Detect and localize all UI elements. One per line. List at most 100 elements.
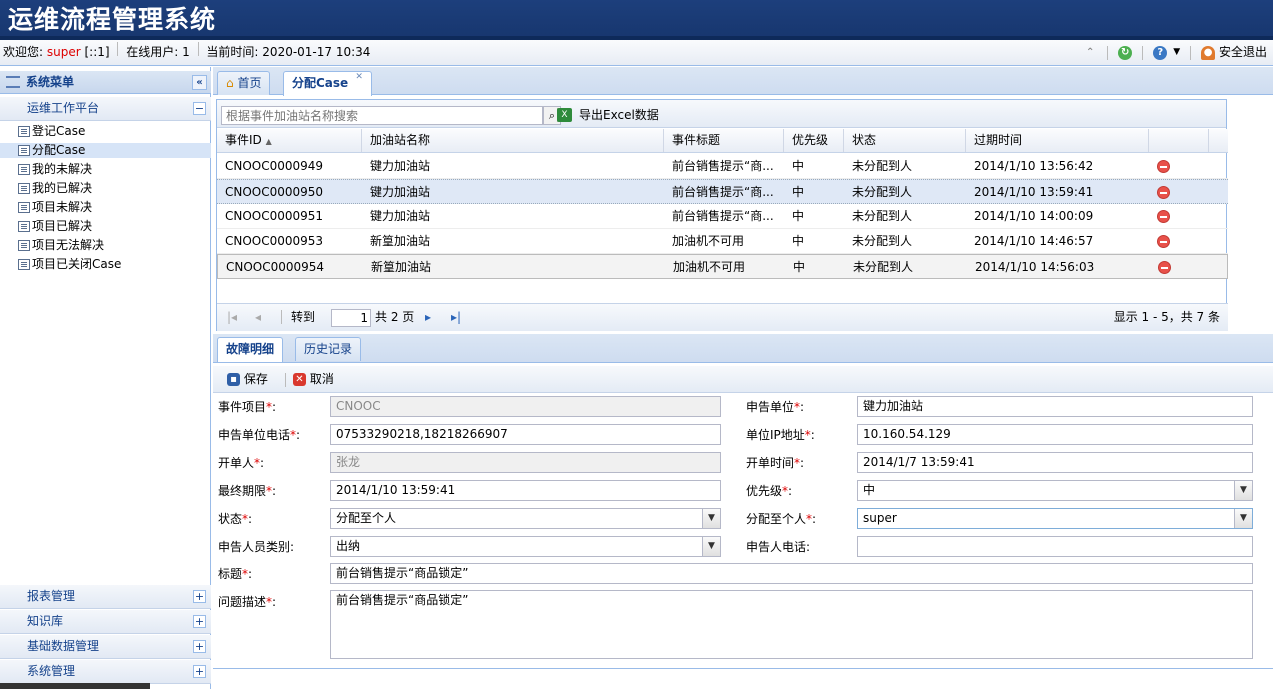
user-ip: [::1] [84,45,110,59]
cancel-icon: ✕ [293,373,306,386]
assign-to-select[interactable]: super ▼ [857,508,1253,529]
chevron-down-icon[interactable]: ▼ [1173,40,1180,65]
deadline-field[interactable]: 2014/1/10 13:59:41 [330,480,721,501]
collapse-sidebar-button[interactable]: « [192,75,207,90]
report-unit-field[interactable]: 键力加油站 [857,396,1253,417]
label-text: 最终期限 [218,484,267,498]
sidebar-group-reports[interactable]: 报表管理 + [0,585,211,609]
sidebar-item-project-resolved[interactable]: 项目已解决 [0,219,211,234]
first-page-icon[interactable]: |◂ [227,304,237,330]
delete-icon[interactable] [1157,235,1170,248]
search-input[interactable] [221,106,543,125]
status-select[interactable]: 分配至个人 ▼ [330,508,721,529]
save-button[interactable]: ▪ 保存 [227,366,268,393]
last-page-icon[interactable]: ▸| [451,304,461,330]
grid-toolbar: ⌕ X 导出Excel数据 [217,100,1226,128]
column-header-priority[interactable]: 优先级 [784,129,844,152]
cell-title: 前台销售提示“商... [672,159,774,173]
close-icon[interactable]: ✕ [355,72,363,82]
column-header-id[interactable]: 事件ID ▲ [217,129,362,152]
chevron-down-icon[interactable]: ▼ [1234,481,1252,500]
sidebar-group-knowledge[interactable]: 知识库 + [0,610,211,634]
column-label: 事件标题 [672,133,721,147]
reporter-phone-field[interactable] [857,536,1253,557]
sidebar-item-assign-case[interactable]: 分配Case [0,143,211,158]
label-text: 申告单位 [746,400,795,414]
description-textarea[interactable]: 前台销售提示“商品锁定” [330,590,1253,659]
sort-asc-icon: ▲ [265,137,272,146]
chevron-up-icon[interactable]: ⌃ [1083,46,1097,60]
tab-history[interactable]: 历史记录 [295,337,362,361]
cancel-button[interactable]: ✕ 取消 [293,366,334,393]
sidebar-group-label: 运维工作平台 [27,101,100,115]
sidebar-item-my-resolved[interactable]: 我的已解决 [0,181,211,196]
cell-id: CNOOC0000950 [225,185,324,199]
list-icon [18,240,30,251]
delete-icon[interactable] [1157,186,1170,199]
sidebar-item-label: 项目未解决 [32,200,93,214]
expand-icon[interactable]: + [193,615,206,628]
cell-station: 新篁加油站 [371,260,432,274]
sidebar-group-basedata[interactable]: 基础数据管理 + [0,635,211,659]
sidebar-group-ops[interactable]: 运维工作平台 − [0,97,211,121]
priority-select[interactable]: 中 ▼ [857,480,1253,501]
goto-label: 转到 [291,310,316,324]
sidebar-item-register-case[interactable]: 登记Case [0,124,211,139]
tab-assign-case[interactable]: 分配Case ✕ [283,71,372,96]
refresh-icon[interactable]: ↻ [1118,45,1133,60]
subject-field[interactable]: 前台销售提示“商品锁定” [330,563,1253,584]
reporter-type-select[interactable]: 出纳 ▼ [330,536,721,557]
chevron-down-icon[interactable]: ▼ [1234,509,1252,528]
chevron-down-icon[interactable]: ▼ [702,509,720,528]
sidebar-item-project-unsolvable[interactable]: 项目无法解决 [0,238,211,253]
app-header: 运维流程管理系统 [0,0,1273,40]
sidebar-group-system[interactable]: 系统管理 + [0,660,211,684]
logout-button[interactable]: ● 安全退出 [1201,40,1267,65]
help-icon[interactable]: ? [1153,45,1168,60]
table-row[interactable]: CNOOC0000954 新篁加油站 加油机不可用 中 未分配到人 2014/1… [217,254,1228,279]
collapse-icon[interactable]: − [193,102,206,115]
delete-icon[interactable] [1158,261,1171,274]
table-row[interactable]: CNOOC0000949 键力加油站 前台销售提示“商... 中 未分配到人 2… [217,154,1228,179]
unit-ip-field[interactable]: 10.160.54.129 [857,424,1253,445]
total-pages: 共 2 页 [375,310,415,324]
unit-phone-field[interactable]: 07533290218,18218266907 [330,424,721,445]
sidebar-item-project-closed[interactable]: 项目已关闭Case [0,257,211,272]
table-row[interactable]: CNOOC0000953 新篁加油站 加油机不可用 中 未分配到人 2014/1… [217,229,1228,254]
divider [197,42,199,56]
column-header-expire[interactable]: 过期时间 [966,129,1149,152]
sidebar-item-my-unresolved[interactable]: 我的未解决 [0,162,211,177]
column-header-title[interactable]: 事件标题 [664,129,784,152]
expand-icon[interactable]: + [193,590,206,603]
cell-status: 未分配到人 [852,234,913,248]
tab-home[interactable]: ⌂ 首页 [217,71,271,95]
label-text: 问题描述 [218,595,267,609]
tab-fault-detail[interactable]: 故障明细 [217,337,284,362]
field-label: 问题描述*: [218,595,277,609]
tab-label: 首页 [237,76,262,90]
column-header-status[interactable]: 状态 [844,129,966,152]
sidebar-group-label: 知识库 [27,614,64,628]
page-input[interactable] [331,309,371,327]
sidebar-item-label: 项目已关闭Case [32,257,122,271]
open-time-field[interactable]: 2014/1/7 13:59:41 [857,452,1253,473]
table-row[interactable]: CNOOC0000951 键力加油站 前台销售提示“商... 中 未分配到人 2… [217,204,1228,229]
field-label: 申告人电话: [746,540,811,554]
chevron-down-icon[interactable]: ▼ [702,537,720,556]
delete-icon[interactable] [1157,210,1170,223]
next-page-icon[interactable]: ▸ [425,304,431,330]
table-row[interactable]: CNOOC0000950 键力加油站 前台销售提示“商... 中 未分配到人 2… [217,179,1228,204]
column-header-station[interactable]: 加油站名称 [362,129,664,152]
field-label: 事件项目*: [218,400,277,414]
sidebar-title: 系统菜单 [26,75,75,89]
delete-icon[interactable] [1157,160,1170,173]
export-excel-button[interactable]: X 导出Excel数据 [557,106,659,125]
prev-page-icon[interactable]: ◂ [255,304,261,330]
sidebar-item-project-unresolved[interactable]: 项目未解决 [0,200,211,215]
time-label: 当前时间: [206,45,259,59]
expand-icon[interactable]: + [193,665,206,678]
expand-icon[interactable]: + [193,640,206,653]
status-bar: 欢迎您: super [::1] 在线用户: 1 当前时间: 2020-01-1… [0,40,1273,66]
selected-value: 中 [863,483,876,497]
sidebar-item-label: 我的未解决 [32,162,93,176]
